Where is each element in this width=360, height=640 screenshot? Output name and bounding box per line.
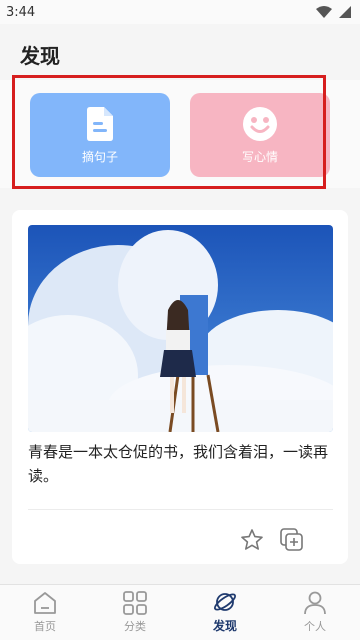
document-icon xyxy=(83,106,117,142)
feed-image xyxy=(28,225,333,432)
tab-category-label: 分类 xyxy=(124,620,146,633)
feed-card[interactable]: 青春是一本太仓促的书，我们含着泪，一读再读。 xyxy=(12,210,348,564)
add-square-icon[interactable] xyxy=(280,528,304,552)
quote-button-label: 摘句子 xyxy=(81,149,118,164)
quote-button[interactable]: 摘句子 xyxy=(30,93,170,177)
tab-profile-label: 个人 xyxy=(304,620,326,633)
bottom-tab-bar: 首页 分类 发现 个人 xyxy=(0,584,360,640)
star-icon[interactable] xyxy=(240,528,264,552)
tab-home-label: 首页 xyxy=(34,620,56,633)
status-bar: 3:44 xyxy=(0,0,360,24)
write-mood-button[interactable]: 写心情 xyxy=(190,93,330,177)
grid-icon xyxy=(122,590,148,616)
tab-discover[interactable]: 发现 xyxy=(180,585,270,640)
person-icon xyxy=(302,590,328,616)
tab-discover-label: 发现 xyxy=(212,619,237,633)
tab-category[interactable]: 分类 xyxy=(90,585,180,640)
wifi-icon xyxy=(316,5,332,18)
battery-icon xyxy=(339,6,351,18)
divider xyxy=(28,509,333,510)
status-icons xyxy=(316,5,352,19)
status-time: 3:44 xyxy=(6,4,36,20)
feed-text: 青春是一本太仓促的书，我们含着泪，一读再读。 xyxy=(28,443,329,485)
home-icon xyxy=(32,590,58,616)
tab-home[interactable]: 首页 xyxy=(0,585,90,640)
page-title: 发现 xyxy=(20,44,60,68)
smiley-icon xyxy=(243,106,277,142)
write-mood-button-label: 写心情 xyxy=(241,149,278,164)
tab-profile[interactable]: 个人 xyxy=(270,585,360,640)
planet-icon xyxy=(212,589,238,615)
